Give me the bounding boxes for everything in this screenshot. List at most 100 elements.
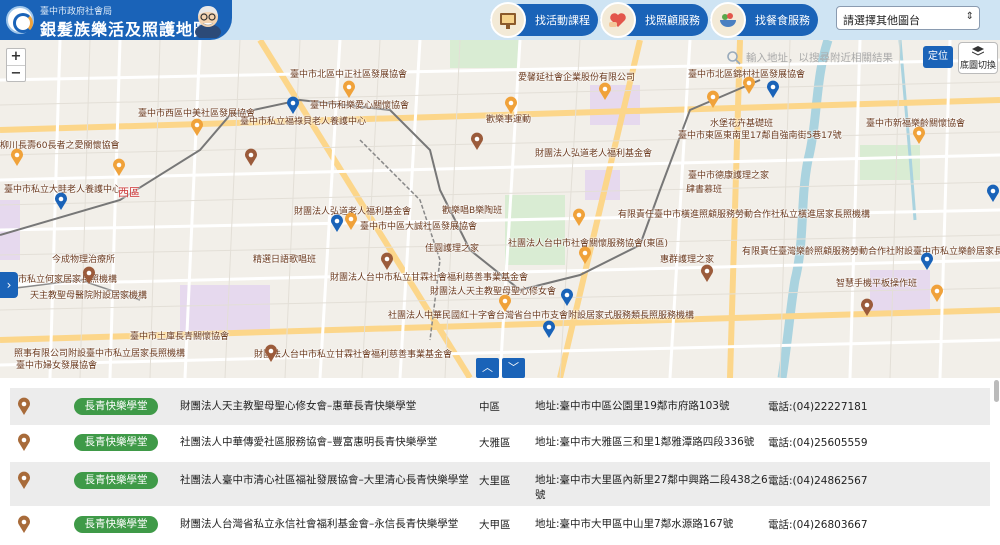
location-pin-icon xyxy=(18,471,30,489)
district: 大甲區 xyxy=(479,519,511,531)
service-pin-icon[interactable] xyxy=(542,320,556,338)
map-poi-label[interactable]: 今成物理治療所 xyxy=(52,252,115,265)
org-pin-icon[interactable] xyxy=(860,298,874,316)
nav-label: 找照顧服務 xyxy=(645,14,700,27)
org-pin-icon[interactable] xyxy=(82,266,96,284)
select-arrows-icon: ⇕ xyxy=(965,11,974,22)
map-poi-label[interactable]: 財團法人台中市私立甘霖社會福利慈善事業基金會 xyxy=(254,347,452,360)
activity-pin-icon[interactable] xyxy=(912,126,926,144)
activity-pin-icon[interactable] xyxy=(578,246,592,264)
map-canvas[interactable]: 臺中市北區中正社區發展協會 愛馨延社會企業股份有限公司 臺中市北區錦村社區發展協… xyxy=(0,40,1000,378)
zoom-out-button[interactable]: − xyxy=(7,65,25,81)
activity-pin-icon[interactable] xyxy=(598,82,612,100)
phone: 電話:(04)26803667 xyxy=(768,519,868,531)
result-list: 長青快樂學堂 財團法人天主教聖母聖心修女會–惠華長青快樂學堂 中區 地址:臺中市… xyxy=(0,378,1000,545)
activity-pin-icon[interactable] xyxy=(10,148,24,166)
district: 中區 xyxy=(479,401,500,413)
site-logo-block[interactable]: 臺中市政府社會局 銀髮族樂活及照護地圖 xyxy=(0,0,232,40)
map-poi-label[interactable]: 有限責任臺中市橫進照顧服務勞動合作社私立橫進居家長照機構 xyxy=(618,207,870,220)
map-poi-label[interactable]: 歡樂唱B樂陶班 xyxy=(442,203,502,216)
service-pin-icon[interactable] xyxy=(560,288,574,306)
site-title: 銀髮族樂活及照護地圖 xyxy=(40,20,211,39)
address: 地址:臺中市中區公園里19鄰市府路103號 xyxy=(535,400,730,412)
district: 大雅區 xyxy=(479,437,511,449)
nav-label: 找餐食服務 xyxy=(755,14,810,27)
district: 大里區 xyxy=(479,475,511,487)
map-poi-label[interactable]: 臺中市婦女發展協會 xyxy=(16,358,97,371)
list-item[interactable]: 長青快樂學堂 社團法人中華傳愛社區服務協會–豐富惠明長青快樂學堂 大雅區 地址:… xyxy=(10,424,990,461)
address: 地址:臺中市大里區內新里27鄰中興路二段438之6號 xyxy=(535,474,768,501)
org-name: 社團法人中華傳愛社區服務協會–豐富惠明長青快樂學堂 xyxy=(180,436,438,448)
map-poi-label[interactable]: 天主教聖母醫院附設居家機構 xyxy=(30,288,147,301)
zoom-in-button[interactable]: + xyxy=(7,49,25,65)
service-pin-icon[interactable] xyxy=(920,252,934,270)
map-poi-label[interactable]: 臺中市中區大誠社區發展協會 xyxy=(360,219,477,232)
map-poi-label[interactable]: 智慧手機平板操作班 xyxy=(836,276,917,289)
address-search-input[interactable] xyxy=(746,48,914,68)
org-pin-icon[interactable] xyxy=(244,148,258,166)
layers-icon xyxy=(971,46,985,56)
list-item[interactable]: 長青快樂學堂 社團法人臺中市清心社區福祉發展協會–大里清心長青快樂學堂 大里區 … xyxy=(10,462,990,506)
activity-pin-icon[interactable] xyxy=(498,294,512,312)
map-poi-label[interactable]: 財團法人弘道老人福利基金會 xyxy=(535,146,652,159)
org-pin-icon[interactable] xyxy=(700,264,714,282)
activity-pin-icon[interactable] xyxy=(112,158,126,176)
activity-pin-icon[interactable] xyxy=(504,96,518,114)
location-pin-icon xyxy=(18,433,30,451)
list-item[interactable]: 長青快樂學堂 財團法人台灣省私立永信社會福利基金會–永信長青快樂學堂 大甲區 地… xyxy=(10,506,990,543)
location-pin-icon xyxy=(18,515,30,533)
map-poi-label[interactable]: 愛馨延社會企業股份有限公司 xyxy=(518,70,635,83)
activity-pin-icon[interactable] xyxy=(572,208,586,226)
district-label-west: 西區 xyxy=(118,186,140,199)
activity-pin-icon[interactable] xyxy=(930,284,944,302)
map-poi-label[interactable]: 肆書慕班 xyxy=(686,182,722,195)
map-poi-label[interactable]: 精選日語歌唱班 xyxy=(253,252,316,265)
panel-collapse-controls: ︿ ﹀ xyxy=(476,358,526,378)
meal-bowl-icon xyxy=(710,2,746,38)
service-pin-icon[interactable] xyxy=(286,96,300,114)
map-poi-label[interactable]: 有限責任臺灣樂齡照顧服務勞動合作社附設臺中市私立樂齡居家長照機構 xyxy=(742,244,1000,257)
org-name: 社團法人臺中市清心社區福祉發展協會–大里清心長青快樂學堂 xyxy=(180,474,469,486)
map-poi-label[interactable]: 水堡花卉基礎班 xyxy=(710,116,773,129)
map-app: 臺中市政府社會局 銀髮族樂活及照護地圖 找活動課程 找照顧服務 找餐食服務 請選… xyxy=(0,0,1000,545)
org-pin-icon[interactable] xyxy=(264,344,278,362)
side-panel-toggle-button[interactable]: › xyxy=(0,272,18,298)
layer-select[interactable]: 請選擇其他圖台 ⇕ xyxy=(836,6,980,30)
activity-pin-icon[interactable] xyxy=(742,76,756,94)
map-poi-label[interactable]: 照事有限公司附設臺中市私立居家長照機構 xyxy=(14,346,185,359)
activity-board-icon xyxy=(490,2,526,38)
list-scrollbar[interactable] xyxy=(994,380,999,402)
map-poi-label[interactable]: 臺中市北區中正社區發展協會 xyxy=(290,67,407,80)
map-poi-label[interactable]: 財團法人天主教聖母聖心修女會 xyxy=(430,284,556,297)
map-poi-label[interactable]: 臺中市土庫長青關懷協會 xyxy=(130,329,229,342)
service-pin-icon[interactable] xyxy=(766,80,780,98)
map-poi-label[interactable]: 臺中市和樂愛心關懷協會 xyxy=(310,98,409,111)
org-pin-icon[interactable] xyxy=(470,132,484,150)
basemap-switch-button[interactable]: 底圖切換 xyxy=(958,42,998,74)
panel-expand-up-button[interactable]: ︿ xyxy=(476,358,499,378)
map-poi-label[interactable]: 臺中市德康護理之家 xyxy=(688,168,769,181)
map-poi-label[interactable]: 社團法人中華民國紅十字會台灣省台中市支會附設居家式服務類長照服務機構 xyxy=(388,308,694,321)
service-pin-icon[interactable] xyxy=(54,192,68,210)
panel-collapse-down-button[interactable]: ﹀ xyxy=(502,358,525,378)
nav-find-care[interactable]: 找照顧服務 xyxy=(600,2,708,38)
map-poi-label[interactable]: 財團法人台中市私立甘霖社會福利慈善事業基金會 xyxy=(330,270,528,283)
org-name: 財團法人天主教聖母聖心修女會–惠華長青快樂學堂 xyxy=(180,400,417,412)
category-badge: 長青快樂學堂 xyxy=(74,472,158,489)
layer-select-value: 請選擇其他圖台 xyxy=(843,14,920,27)
category-badge: 長青快樂學堂 xyxy=(74,434,158,451)
map-poi-label[interactable]: 臺中市私立福祿貝老人養護中心 xyxy=(240,114,366,127)
activity-pin-icon[interactable] xyxy=(706,90,720,108)
nav-find-activities[interactable]: 找活動課程 xyxy=(490,2,598,38)
service-pin-icon[interactable] xyxy=(986,184,1000,202)
activity-pin-icon[interactable] xyxy=(344,212,358,230)
activity-pin-icon[interactable] xyxy=(190,118,204,136)
org-pin-icon[interactable] xyxy=(380,252,394,270)
nav-find-meals[interactable]: 找餐食服務 xyxy=(710,2,818,38)
list-item[interactable]: 長青快樂學堂 財團法人天主教聖母聖心修女會–惠華長青快樂學堂 中區 地址:臺中市… xyxy=(10,388,990,425)
activity-pin-icon[interactable] xyxy=(342,80,356,98)
map-poi-label[interactable]: 臺中市東區東南里17鄰自強南街5巷17號 xyxy=(678,128,842,141)
map-poi-label[interactable]: 佳圓護理之家 xyxy=(425,241,479,254)
service-pin-icon[interactable] xyxy=(330,214,344,232)
locate-button[interactable]: 定位 xyxy=(923,46,953,68)
